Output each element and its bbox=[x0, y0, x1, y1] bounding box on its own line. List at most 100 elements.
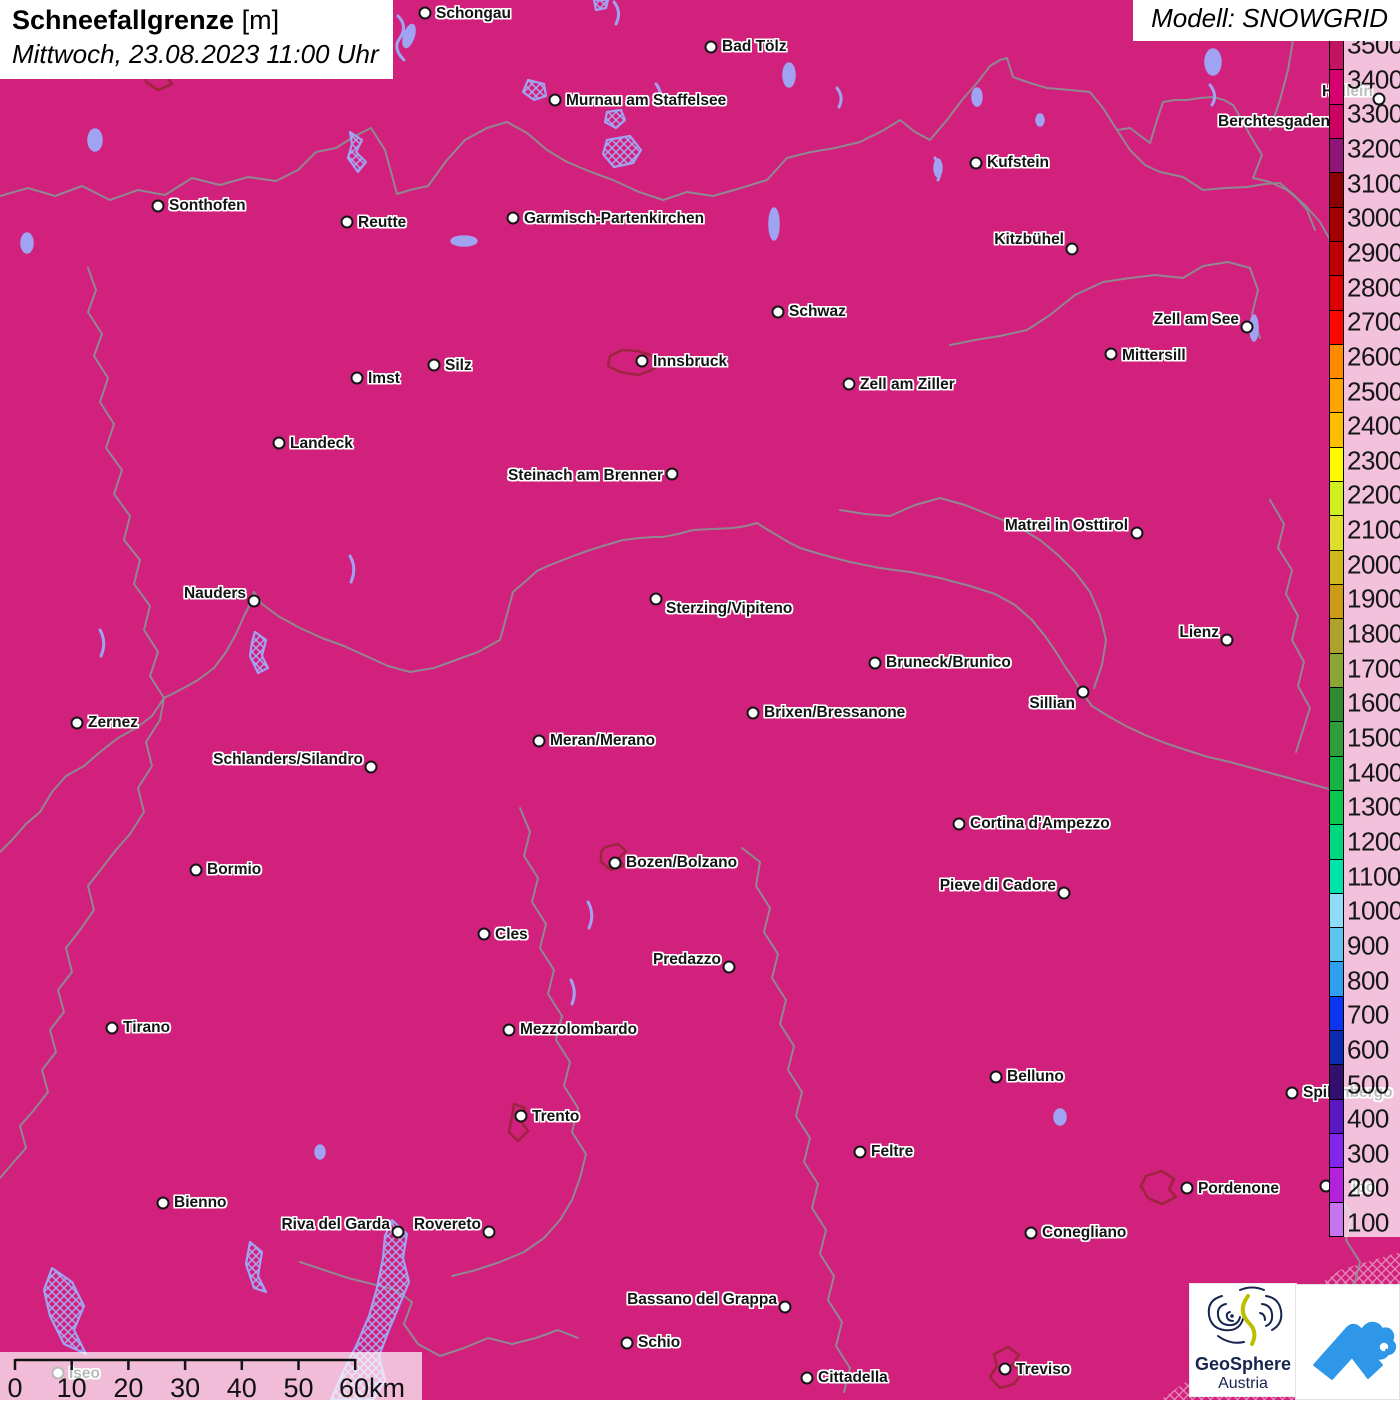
page-title: Schneefallgrenze [m] bbox=[12, 5, 379, 36]
city-dot bbox=[1065, 242, 1079, 256]
scale-bar-label: 0 bbox=[7, 1373, 23, 1403]
city-label: Pordenone bbox=[1198, 1180, 1279, 1197]
city-dot bbox=[800, 1371, 814, 1385]
city-label: Nauders bbox=[183, 585, 246, 602]
city-label: Bienno bbox=[174, 1194, 227, 1211]
city-dot bbox=[364, 760, 378, 774]
city-dot bbox=[771, 305, 785, 319]
title-unit: [m] bbox=[241, 5, 280, 35]
city-label: Murnau am Staffelsee bbox=[566, 92, 727, 109]
colorbar-tick-label: 3100 bbox=[1347, 168, 1400, 199]
colorbar-segment bbox=[1330, 995, 1343, 1031]
city-label: Innsbruck bbox=[653, 353, 728, 370]
colorbar-tick-label: 100 bbox=[1347, 1207, 1389, 1238]
city-label: Conegliano bbox=[1042, 1224, 1127, 1241]
colorbar-segment bbox=[1330, 618, 1343, 653]
city-dot bbox=[1057, 886, 1071, 900]
city-dot bbox=[532, 734, 546, 748]
city-label: Imst bbox=[368, 370, 400, 387]
city-dot bbox=[418, 6, 432, 20]
colorbar-tick-label: 1200 bbox=[1347, 826, 1400, 857]
city-label: Kitzbühel bbox=[994, 231, 1064, 248]
colorbar-tick-label: 1300 bbox=[1347, 791, 1400, 822]
city-label: Bruneck/Brunico bbox=[886, 654, 1011, 671]
colorbar-tick-label: 300 bbox=[1347, 1138, 1389, 1169]
title-text: Schneefallgrenze bbox=[12, 5, 235, 35]
city-label: Brixen/Bressanone bbox=[764, 704, 906, 721]
colorbar-segment bbox=[1330, 789, 1343, 825]
city-dot bbox=[989, 1070, 1003, 1084]
city-label: Sonthofen bbox=[169, 197, 246, 214]
city-dot bbox=[746, 706, 760, 720]
city-dot bbox=[1104, 347, 1118, 361]
colorbar-segment bbox=[1330, 172, 1343, 207]
colorbar-tick-label: 3400 bbox=[1347, 64, 1400, 95]
city-label: Cles bbox=[495, 926, 528, 943]
colorbar-segment bbox=[1330, 412, 1343, 447]
city-label: Rovereto bbox=[413, 1216, 481, 1233]
geosphere-contour-icon bbox=[1207, 1286, 1283, 1346]
city-dot bbox=[635, 354, 649, 368]
colorbar-segment bbox=[1330, 481, 1343, 516]
colorbar bbox=[1329, 35, 1344, 1237]
city-label: Zell am See bbox=[1153, 311, 1239, 328]
colorbar-tick-label: 2400 bbox=[1347, 410, 1400, 441]
colorbar-tick-label: 1800 bbox=[1347, 618, 1400, 649]
colorbar-segment bbox=[1330, 892, 1343, 928]
city-dot bbox=[608, 856, 622, 870]
colorbar-segment bbox=[1330, 686, 1343, 722]
colorbar-segment bbox=[1330, 961, 1343, 996]
city-dot bbox=[665, 467, 679, 481]
city-dot bbox=[704, 40, 718, 54]
city-dot bbox=[189, 863, 203, 877]
city-dot bbox=[1372, 92, 1386, 106]
geosphere-logo-text: GeoSphere bbox=[1194, 1354, 1292, 1374]
colorbar-segment bbox=[1330, 1098, 1343, 1133]
city-dot bbox=[649, 592, 663, 606]
colorbar-tick-label: 3200 bbox=[1347, 133, 1400, 164]
model-label: Modell: SNOWGRID bbox=[1133, 0, 1400, 41]
city-label: Kufstein bbox=[987, 154, 1049, 171]
city-dot bbox=[105, 1021, 119, 1035]
city-dot bbox=[506, 211, 520, 225]
city-label: Cittadella bbox=[818, 1369, 888, 1386]
map-datetime: Mittwoch, 23.08.2023 11:00 Uhr bbox=[12, 39, 379, 69]
mountain-cloud-icon bbox=[1313, 1321, 1397, 1380]
scale-bar-label: 50 bbox=[283, 1373, 314, 1403]
city-label: Berchtesgaden bbox=[1218, 113, 1330, 130]
colorbar-tick-label: 900 bbox=[1347, 930, 1389, 961]
colorbar-tick-label: 200 bbox=[1347, 1172, 1389, 1203]
city-dot bbox=[1076, 685, 1090, 699]
scale-bar-label: 30 bbox=[170, 1373, 201, 1403]
city-dot bbox=[722, 960, 736, 974]
city-label: Bozen/Bolzano bbox=[626, 854, 738, 871]
city-dot bbox=[969, 156, 983, 170]
city-dot bbox=[156, 1196, 170, 1210]
colorbar-segment bbox=[1330, 137, 1343, 173]
colorbar-segment bbox=[1330, 1030, 1343, 1065]
city-label: Garmisch-Partenkirchen bbox=[524, 210, 705, 227]
map-title-box: Schneefallgrenze [m] Mittwoch, 23.08.202… bbox=[0, 0, 393, 79]
city-label: Mezzolombardo bbox=[520, 1021, 638, 1038]
colorbar-tick-label: 2200 bbox=[1347, 479, 1400, 510]
city-dot bbox=[842, 377, 856, 391]
colorbar-tick-label: 800 bbox=[1347, 965, 1389, 996]
colorbar-segment bbox=[1330, 755, 1343, 790]
colorbar-segment bbox=[1330, 549, 1343, 584]
colorbar-segment bbox=[1330, 1133, 1343, 1168]
city-label: Zell am Ziller bbox=[860, 376, 955, 393]
city-dot bbox=[272, 436, 286, 450]
city-dot bbox=[151, 199, 165, 213]
colorbar-tick-label: 1500 bbox=[1347, 722, 1400, 753]
city-label: Reutte bbox=[358, 214, 407, 231]
city-dot bbox=[998, 1362, 1012, 1376]
city-label: Schlanders/Silandro bbox=[213, 751, 363, 768]
colorbar-segment bbox=[1330, 1064, 1343, 1099]
colorbar-segment bbox=[1330, 69, 1343, 104]
city-dot bbox=[247, 594, 261, 608]
colorbar-segment bbox=[1330, 309, 1343, 344]
colorbar-tick-label: 2700 bbox=[1347, 306, 1400, 337]
city-label: Sillian bbox=[1029, 695, 1075, 712]
city-dot bbox=[778, 1300, 792, 1314]
colorbar-tick-label: 2900 bbox=[1347, 237, 1400, 268]
